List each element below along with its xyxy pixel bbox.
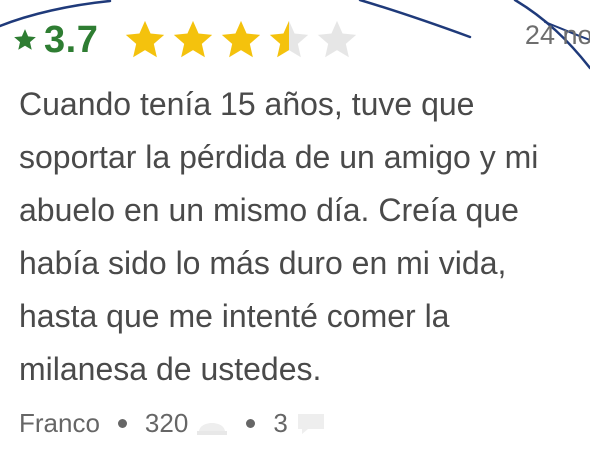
hat-icon[interactable] bbox=[196, 412, 228, 436]
rating-star-icon bbox=[174, 20, 213, 58]
rating-star-icon bbox=[222, 20, 261, 58]
star-icon bbox=[14, 29, 36, 50]
rating-row: 3.7 bbox=[12, 10, 362, 70]
speech-bubble-icon[interactable] bbox=[296, 412, 328, 436]
likes-count: 320 bbox=[144, 408, 189, 438]
author-name[interactable]: Franco bbox=[19, 408, 100, 439]
review-date: 24 nov bbox=[524, 20, 590, 50]
rating-star-icon bbox=[270, 20, 309, 58]
rating-value: 3.7 bbox=[44, 18, 99, 61]
comments-count: 3 bbox=[273, 408, 288, 438]
rating-star-icon bbox=[126, 20, 165, 58]
separator-dot bbox=[246, 419, 256, 428]
review-card: 3.7 24 nov Cuando tenía 15 años, tuve qu… bbox=[0, 0, 590, 456]
separator-dot bbox=[117, 419, 127, 428]
rating-star-icon bbox=[318, 20, 357, 58]
review-meta: Franco 320 3 bbox=[19, 408, 328, 439]
star-rating bbox=[122, 17, 362, 63]
review-text: Cuando tenía 15 años, tuve que soportar … bbox=[19, 86, 539, 387]
